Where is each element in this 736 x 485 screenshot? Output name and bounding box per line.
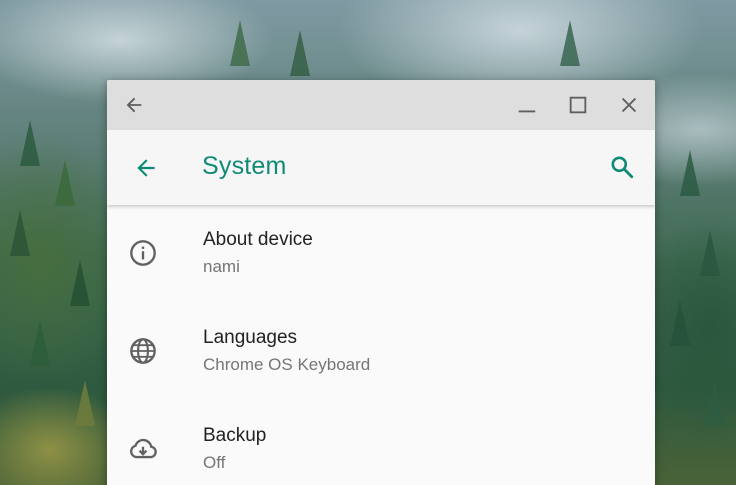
navigate-up-button[interactable] xyxy=(131,153,161,183)
wallpaper-tree xyxy=(55,160,75,206)
close-icon[interactable] xyxy=(614,90,644,120)
info-icon xyxy=(128,238,158,268)
wallpaper-tree xyxy=(10,210,30,256)
wallpaper-tree xyxy=(670,300,690,346)
page-title: System xyxy=(202,152,287,180)
list-item-about-device[interactable]: About device nami xyxy=(107,205,655,303)
list-item-title: About device xyxy=(203,229,313,250)
wallpaper-tree xyxy=(230,20,250,66)
minimize-icon[interactable] xyxy=(512,90,542,120)
cloud-download-icon xyxy=(128,434,158,464)
settings-window: System About device nami Languages Chrom… xyxy=(107,80,655,485)
wallpaper-tree xyxy=(30,320,50,366)
globe-icon xyxy=(128,336,158,366)
wallpaper-tree xyxy=(560,20,580,66)
arrow-left-icon xyxy=(137,159,155,177)
list-item-title: Backup xyxy=(203,425,267,446)
wallpaper-tree xyxy=(290,30,310,76)
wallpaper-tree xyxy=(20,120,40,166)
search-button[interactable] xyxy=(607,152,637,182)
wallpaper-tree xyxy=(700,230,720,276)
list-item-languages[interactable]: Languages Chrome OS Keyboard xyxy=(107,303,655,401)
list-item-subtitle: Off xyxy=(203,453,226,472)
list-item-backup[interactable]: Backup Off xyxy=(107,401,655,485)
app-bar: System xyxy=(107,130,655,205)
maximize-icon[interactable] xyxy=(563,90,593,120)
window-titlebar xyxy=(107,80,655,130)
search-icon xyxy=(611,156,634,179)
settings-list: About device nami Languages Chrome OS Ke… xyxy=(107,205,655,485)
wallpaper-tree xyxy=(70,260,90,306)
list-item-subtitle: nami xyxy=(203,257,240,276)
list-item-title: Languages xyxy=(203,327,298,348)
desktop-wallpaper: System About device nami Languages Chrom… xyxy=(0,0,736,485)
wallpaper-tree xyxy=(75,380,95,426)
back-arrow-icon[interactable] xyxy=(119,90,149,120)
wallpaper-tree xyxy=(705,380,725,426)
wallpaper-tree xyxy=(680,150,700,196)
list-item-subtitle: Chrome OS Keyboard xyxy=(203,355,371,374)
